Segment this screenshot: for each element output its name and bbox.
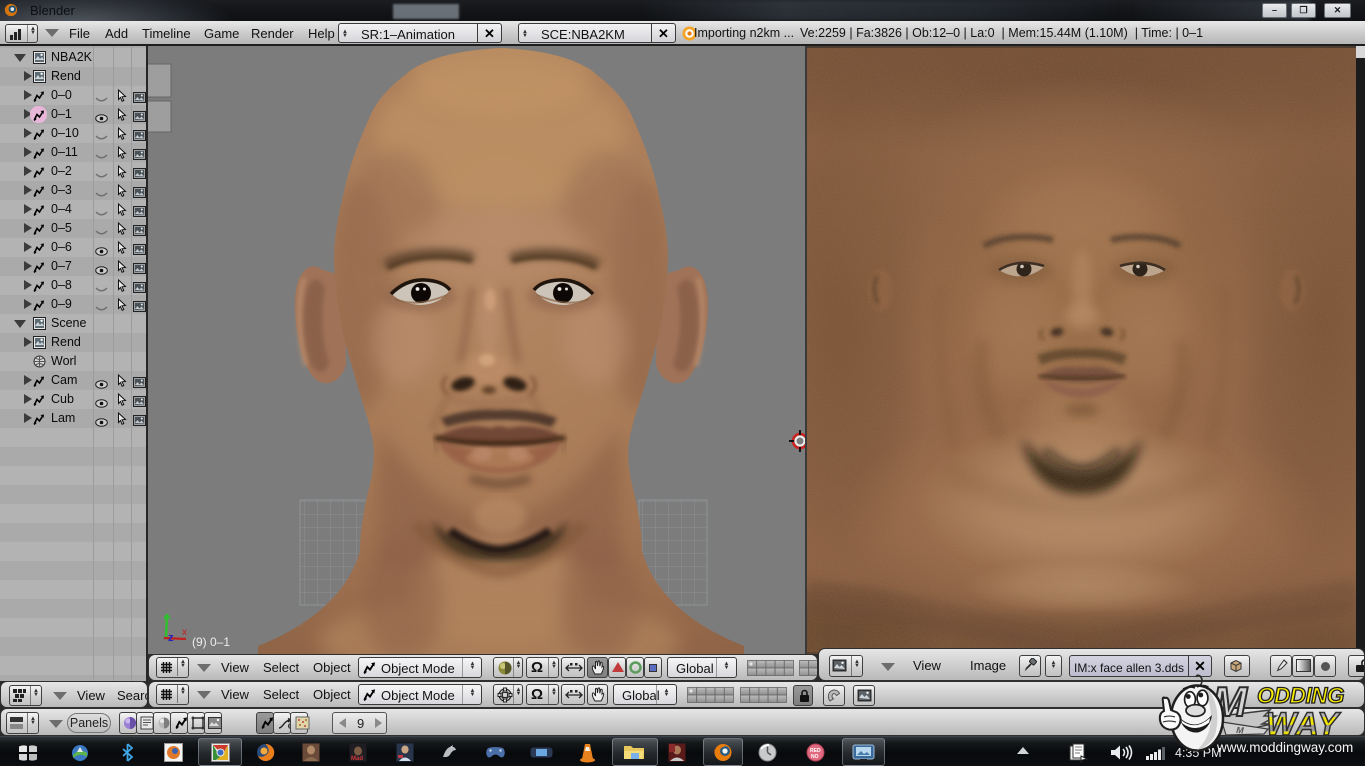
svg-text:WAY: WAY <box>1266 706 1341 742</box>
svg-text:Mad: Mad <box>351 756 363 762</box>
svg-text:ODDING: ODDING <box>1257 683 1344 708</box>
svg-text:NO: NO <box>811 754 819 760</box>
svg-text:(9) 0–1: (9) 0–1 <box>192 635 230 649</box>
svg-text:z: z <box>168 632 174 644</box>
svg-text:www.moddingway.com: www.moddingway.com <box>1216 740 1353 755</box>
svg-text:M: M <box>1236 725 1245 736</box>
svg-text:x: x <box>182 627 187 638</box>
